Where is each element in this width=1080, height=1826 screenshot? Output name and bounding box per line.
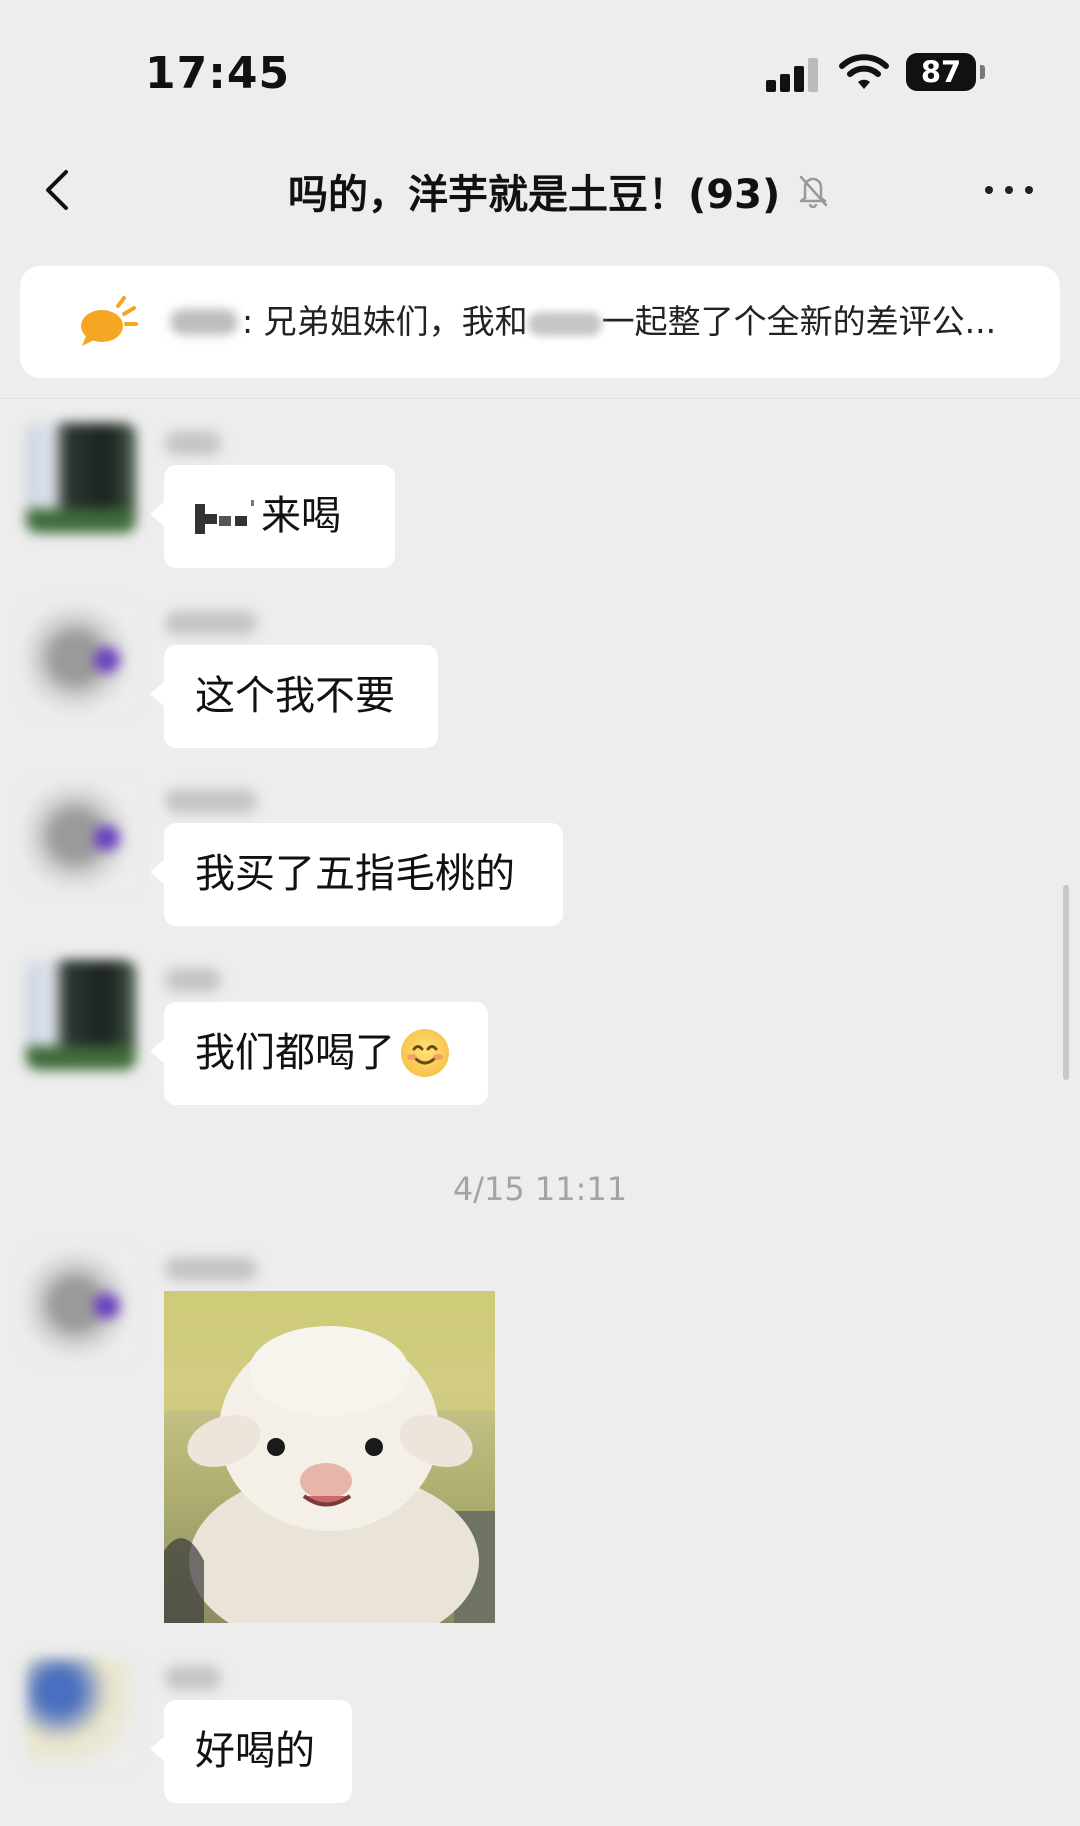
status-bar: 17:45 87 [0, 0, 1080, 140]
chat-header: 吗的，洋芋就是土豆！(93) [0, 140, 1080, 240]
divider [0, 398, 1080, 399]
avatar[interactable] [26, 960, 136, 1070]
message-text: 我们都喝了 [195, 1030, 395, 1076]
message-text: 来喝 [261, 493, 341, 539]
wifi-icon [839, 54, 889, 89]
scrollbar[interactable] [1063, 885, 1069, 1080]
announcement-sender [170, 309, 238, 335]
avatar[interactable] [26, 1249, 136, 1359]
announcement-text: : 兄弟姐妹们，我和 一起整了个全新的差评公... [242, 296, 1042, 348]
sender-name [165, 611, 257, 635]
announcement-bubble-icon [81, 296, 138, 346]
message-bubble[interactable]: 来喝 [150, 465, 395, 568]
sender-name [165, 431, 221, 455]
message-bubble[interactable]: 这个我不要 [150, 645, 438, 748]
message-bubble[interactable]: 我们都喝了 [150, 1002, 488, 1105]
more-options-icon[interactable] [985, 182, 1033, 198]
message-bubble[interactable]: 我买了五指毛桃的 [150, 823, 563, 926]
chat-timestamp: 4/15 11:11 [452, 1170, 628, 1208]
sender-name [165, 789, 257, 813]
announcement-text-part1: : 兄弟姐妹们，我和 [242, 302, 528, 341]
message-text: 好喝的 [195, 1728, 315, 1774]
smile-emoji-icon [401, 1029, 449, 1077]
group-announcement[interactable]: : 兄弟姐妹们，我和 一起整了个全新的差评公... [20, 266, 1060, 378]
chat-screen: 17:45 87 吗的，洋芋就是土豆！(93): 兄弟姐妹们，我和 一起整了个… [0, 0, 1080, 1826]
sender-name [165, 968, 221, 992]
battery-indicator: 87 [906, 53, 985, 91]
cellular-signal-icon [766, 58, 822, 92]
avatar[interactable] [26, 1658, 136, 1768]
announcement-redacted-name [527, 311, 602, 336]
sheep-photo-image[interactable] [164, 1291, 495, 1623]
sender-name [165, 1666, 221, 1690]
back-arrow-icon[interactable] [38, 160, 78, 220]
bell-muted-icon [799, 175, 828, 208]
message-text: 这个我不要 [195, 673, 395, 719]
chat-title: 吗的，洋芋就是土豆！(93) [288, 172, 781, 218]
status-time: 17:45 [145, 48, 291, 99]
announcement-text-part2: 一起整了个全新的差评公... [601, 302, 997, 341]
message-bubble[interactable]: 好喝的 [150, 1700, 352, 1803]
message-text: 我买了五指毛桃的 [195, 851, 515, 897]
sender-name [165, 1257, 257, 1281]
avatar[interactable] [26, 781, 136, 891]
avatar[interactable] [26, 423, 136, 533]
pixelated-redaction [195, 498, 255, 538]
avatar[interactable] [26, 603, 136, 713]
